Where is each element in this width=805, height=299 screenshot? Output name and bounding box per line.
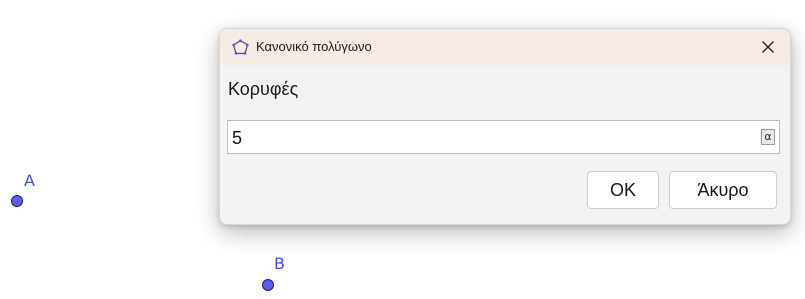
point-a-label: A [24,171,35,190]
vertices-label: Κορυφές [228,79,299,99]
point-b[interactable] [262,279,274,291]
close-icon [762,41,774,53]
symbol-keyboard-button[interactable]: α [761,129,775,145]
regular-polygon-dialog: Κανονικό πολύγωνο Κορυφές α OK Άκυρο [219,28,791,225]
vertices-input-container: α [227,120,780,154]
close-button[interactable] [754,34,782,60]
dialog-titlebar: Κανονικό πολύγωνο [220,29,790,65]
vertices-input[interactable] [232,126,752,150]
ok-button[interactable]: OK [587,171,659,209]
regular-polygon-icon [232,39,249,55]
cancel-button[interactable]: Άκυρο [669,171,777,209]
point-a[interactable] [11,195,23,207]
dialog-title: Κανονικό πολύγωνο [256,39,372,54]
point-b-label: B [274,254,285,273]
